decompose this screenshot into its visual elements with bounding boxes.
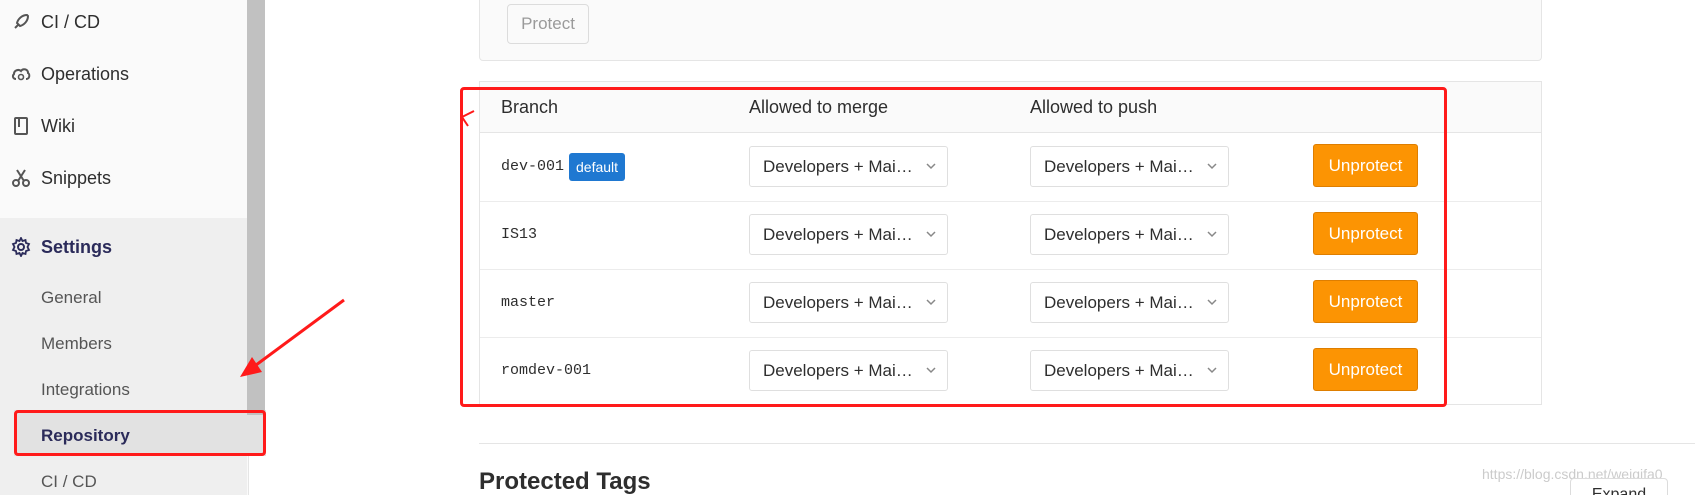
annotation-arrow-small xyxy=(460,110,475,127)
protected-tags-title: Protected Tags xyxy=(479,468,651,495)
allowed-to-merge-dropdown[interactable]: Developers + Maintainers xyxy=(749,146,948,187)
chevron-down-icon xyxy=(1207,299,1217,306)
sidebar-item-ci-cd[interactable]: CI / CD xyxy=(0,0,247,50)
table-row: IS13 Developers + Maintainers Developers… xyxy=(480,201,1541,270)
table-row: master Developers + Maintainers Develope… xyxy=(480,269,1541,338)
dropdown-value: Developers + Maintainers xyxy=(1044,361,1194,380)
dropdown-value: Developers + Maintainers xyxy=(763,293,913,312)
chevron-down-icon xyxy=(926,163,936,170)
dropdown-value: Developers + Maintainers xyxy=(763,225,913,244)
settings-subitem-members[interactable]: Members xyxy=(41,321,112,367)
chevron-down-icon xyxy=(926,299,936,306)
allowed-to-merge-dropdown[interactable]: Developers + Maintainers xyxy=(749,214,948,255)
chevron-down-icon xyxy=(1207,231,1217,238)
sidebar-scrollbar[interactable] xyxy=(247,0,265,415)
sidebar-item-label: Snippets xyxy=(41,167,112,188)
rocket-icon xyxy=(10,11,32,33)
sidebar-item-label: Wiki xyxy=(41,115,75,136)
settings-subitem-general[interactable]: General xyxy=(41,275,101,321)
sidebar-item-operations[interactable]: Operations xyxy=(0,46,247,102)
branch-name: romdev-001 xyxy=(501,362,592,379)
column-header-allowed-to-merge: Allowed to merge xyxy=(749,97,889,117)
allowed-to-push-dropdown[interactable]: Developers + Maintainers xyxy=(1030,214,1229,255)
branch-name: master xyxy=(501,294,556,311)
protected-branches-table: Branch Allowed to merge Allowed to push … xyxy=(479,81,1542,405)
dropdown-value: Developers + Maintainers xyxy=(1044,225,1194,244)
protect-button[interactable]: Protect xyxy=(507,4,589,44)
branch-name: dev-001 xyxy=(501,158,565,175)
dropdown-value: Developers + Maintainers xyxy=(763,361,913,380)
dropdown-value: Developers + Maintainers xyxy=(763,157,913,176)
table-row: dev-001 default Developers + Maintainers… xyxy=(480,133,1541,202)
sidebar-item-label: Settings xyxy=(41,236,113,257)
gear-icon xyxy=(10,236,32,258)
scissors-icon xyxy=(10,167,32,189)
settings-subitem-integrations[interactable]: Integrations xyxy=(41,367,130,413)
cloud-gear-icon xyxy=(10,63,32,85)
sidebar-item-wiki[interactable]: Wiki xyxy=(0,98,247,154)
unprotect-button[interactable]: Unprotect xyxy=(1313,280,1418,323)
book-icon xyxy=(10,115,32,137)
allowed-to-push-dropdown[interactable]: Developers + Maintainers xyxy=(1030,282,1229,323)
chevron-down-icon xyxy=(926,367,936,374)
table-row: romdev-001 Developers + Maintainers Deve… xyxy=(480,337,1541,405)
chevron-down-icon xyxy=(926,231,936,238)
annotation-arrow-line xyxy=(251,298,345,370)
allowed-to-push-dropdown[interactable]: Developers + Maintainers xyxy=(1030,350,1229,391)
section-divider xyxy=(479,443,1695,444)
chevron-down-icon xyxy=(1207,163,1217,170)
default-badge: default xyxy=(569,153,626,181)
expand-button[interactable]: Expand xyxy=(1570,478,1668,495)
column-header-branch: Branch xyxy=(501,97,559,117)
sidebar: CI / CD Operations Wiki Snippets Setting xyxy=(0,0,266,495)
sidebar-item-settings[interactable]: Settings xyxy=(0,218,247,276)
chevron-down-icon xyxy=(1207,367,1217,374)
page: CI / CD Operations Wiki Snippets Setting xyxy=(0,0,1695,495)
unprotect-button[interactable]: Unprotect xyxy=(1313,144,1418,187)
sidebar-item-label: Operations xyxy=(41,63,130,84)
sidebar-item-snippets[interactable]: Snippets xyxy=(0,150,247,206)
column-header-allowed-to-push: Allowed to push xyxy=(1030,97,1158,117)
allowed-to-merge-dropdown[interactable]: Developers + Maintainers xyxy=(749,282,948,323)
allowed-to-push-dropdown[interactable]: Developers + Maintainers xyxy=(1030,146,1229,187)
allowed-to-merge-dropdown[interactable]: Developers + Maintainers xyxy=(749,350,948,391)
dropdown-value: Developers + Maintainers xyxy=(1044,293,1194,312)
dropdown-value: Developers + Maintainers xyxy=(1044,157,1194,176)
branch-name: IS13 xyxy=(501,226,538,243)
protect-branch-panel xyxy=(479,0,1542,61)
unprotect-button[interactable]: Unprotect xyxy=(1313,212,1418,255)
unprotect-button[interactable]: Unprotect xyxy=(1313,348,1418,391)
settings-subitem-ci-cd[interactable]: CI / CD xyxy=(41,459,97,495)
table-header: Branch Allowed to merge Allowed to push xyxy=(480,82,1541,133)
settings-subitem-repository[interactable]: Repository xyxy=(41,413,130,459)
sidebar-item-label: CI / CD xyxy=(41,11,101,32)
